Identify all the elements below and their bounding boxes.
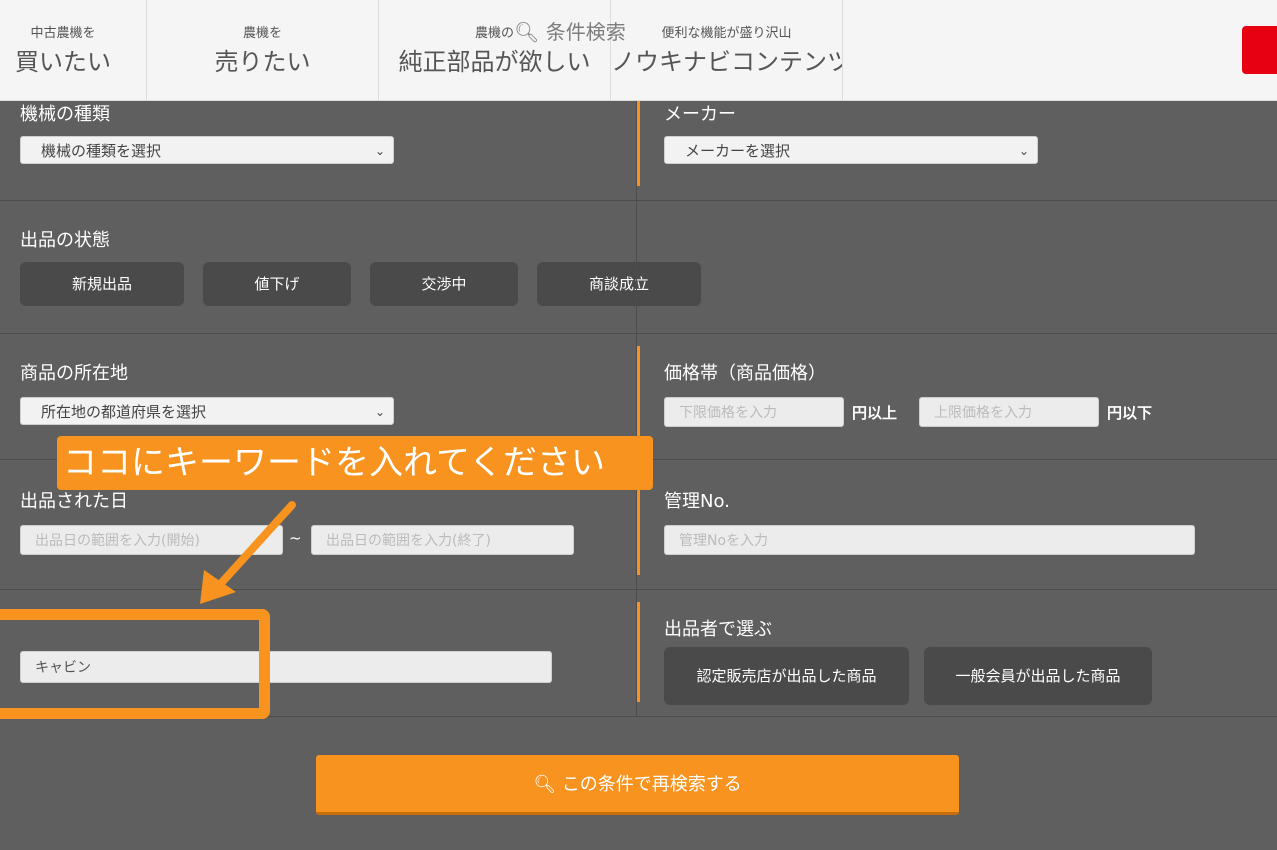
keyword-highlight-box <box>0 609 270 719</box>
annotation-arrow-icon <box>200 501 296 604</box>
